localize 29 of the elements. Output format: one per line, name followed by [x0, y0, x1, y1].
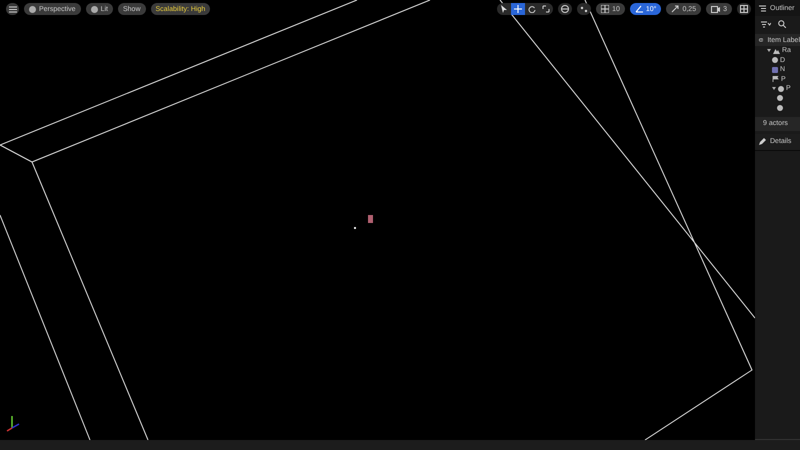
- axis-gizmo-icon: [6, 416, 20, 432]
- actor-gizmo-icon: [368, 215, 373, 223]
- scale-icon: [542, 5, 550, 13]
- pencil-icon: [759, 138, 766, 145]
- layout-icon: [740, 5, 748, 13]
- list-icon: [759, 4, 766, 12]
- search-icon: [778, 20, 786, 28]
- rotate-icon: [528, 5, 536, 13]
- menu-button[interactable]: [6, 3, 19, 15]
- search-button[interactable]: [775, 18, 789, 30]
- volume-icon: [772, 66, 778, 73]
- menu-icon: [8, 6, 16, 12]
- translate-tool-button[interactable]: [511, 3, 526, 15]
- filter-icon: [761, 20, 771, 28]
- snap-dots-icon: [580, 5, 588, 13]
- actor-icon: [772, 57, 778, 64]
- globe-icon: [561, 5, 570, 13]
- grid-icon: [601, 5, 610, 13]
- globe-button[interactable]: [558, 3, 572, 15]
- flag-icon: [772, 76, 779, 82]
- surface-snap-button[interactable]: [577, 3, 592, 15]
- camera-icon: [711, 6, 720, 12]
- resize-icon: [671, 5, 680, 13]
- move-icon: [514, 5, 522, 13]
- eye-icon: [759, 37, 764, 43]
- sphere-icon: [90, 6, 98, 12]
- arrow-cursor-icon: [500, 5, 508, 13]
- angle-icon: [634, 5, 643, 13]
- layout-button[interactable]: [737, 3, 751, 15]
